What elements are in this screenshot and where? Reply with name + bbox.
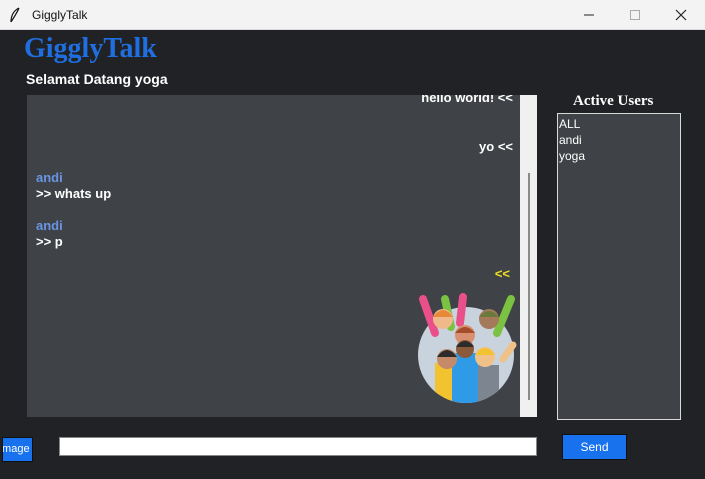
app-title: GigglyTalk — [24, 33, 157, 64]
message-body: >> p — [36, 234, 63, 249]
own-message: hello world! << — [421, 95, 513, 105]
sticker-marker: << — [494, 266, 510, 281]
active-users-title: Active Users — [573, 93, 654, 109]
user-item-all[interactable]: ALL — [559, 116, 680, 132]
message-input[interactable] — [59, 437, 537, 456]
send-button[interactable]: Send — [562, 434, 627, 460]
active-users-list[interactable]: ALL andi yoga — [557, 113, 681, 420]
feather-icon — [10, 7, 20, 23]
maximize-icon — [630, 10, 640, 20]
close-button[interactable] — [658, 0, 704, 30]
window-titlebar: GigglyTalk — [0, 0, 705, 30]
window-title: GigglyTalk — [32, 8, 88, 22]
image-button[interactable]: Image — [2, 437, 33, 462]
minimize-button[interactable] — [566, 0, 612, 30]
close-icon — [675, 9, 687, 21]
message-body: >> whats up — [36, 186, 112, 201]
user-item-andi[interactable]: andi — [559, 132, 680, 148]
welcome-text: Selamat Datang yoga — [26, 71, 168, 87]
minimize-icon — [584, 14, 594, 16]
maximize-button[interactable] — [612, 0, 658, 30]
own-message: yo << — [479, 139, 513, 154]
chat-log[interactable]: hello world! << yo << andi >> whats up a… — [27, 95, 520, 417]
group-people-sticker-icon — [418, 293, 517, 403]
chat-scrollbar-thumb[interactable] — [528, 173, 530, 400]
message-sender: andi — [36, 218, 63, 233]
user-item-yoga[interactable]: yoga — [559, 148, 680, 164]
message-sender: andi — [36, 170, 63, 185]
